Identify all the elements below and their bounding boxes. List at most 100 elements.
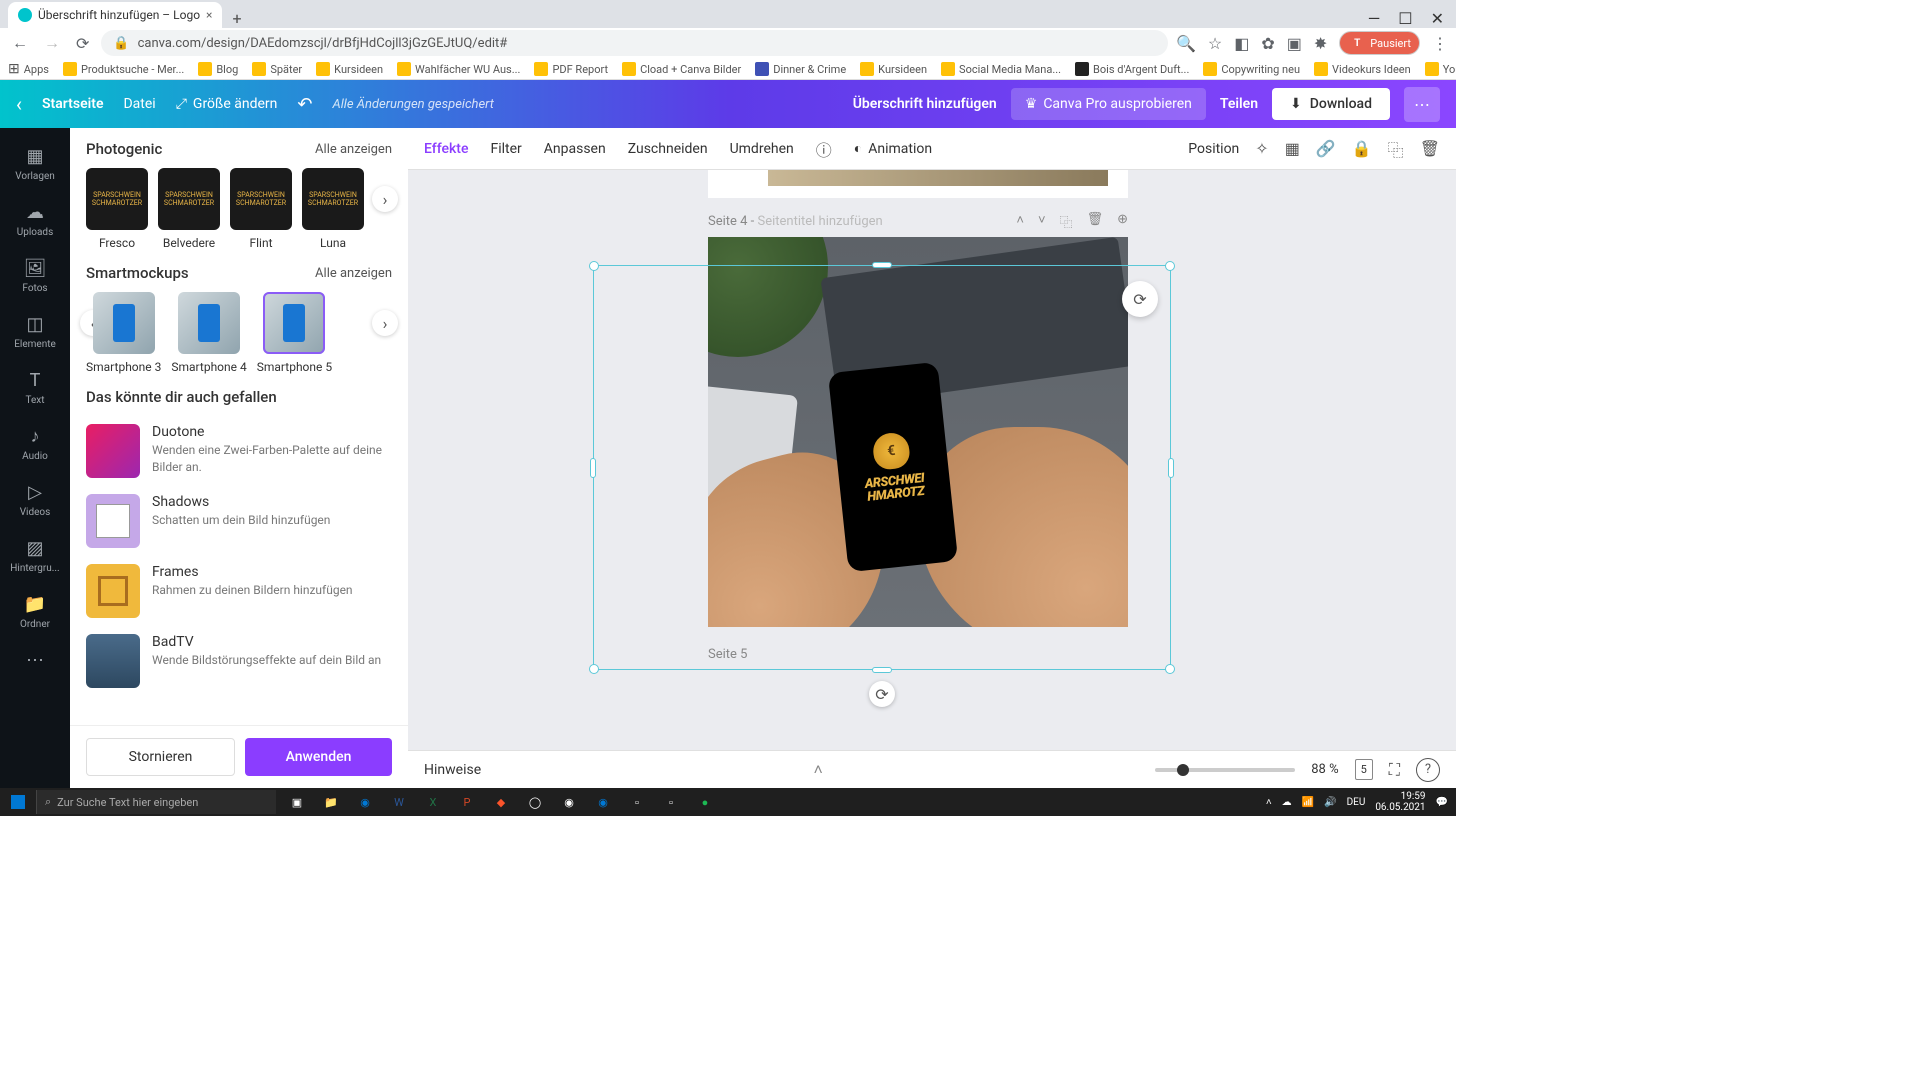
brave-icon[interactable]: ◆	[486, 790, 516, 814]
duplicate-icon[interactable]: ⿻	[1388, 137, 1404, 161]
rail-text[interactable]: TText	[0, 360, 70, 416]
rail-folders[interactable]: 📁Ordner	[0, 584, 70, 640]
maximize-icon[interactable]: ☐	[1398, 9, 1412, 28]
resize-handle-tl[interactable]	[589, 261, 599, 271]
reload-icon[interactable]: ⟳	[72, 30, 93, 57]
transparency-icon[interactable]: ▦	[1285, 139, 1300, 158]
bookmark-item[interactable]: Copywriting neu	[1203, 62, 1300, 76]
smartmockups-next-icon[interactable]: ›	[372, 310, 398, 336]
photogenic-thumb-flint[interactable]: SPARSCHWEINSCHMAROTZER	[230, 168, 292, 230]
undo-icon[interactable]: ↶	[297, 94, 312, 115]
close-window-icon[interactable]: ✕	[1431, 9, 1444, 28]
rotate-handle[interactable]: ⟳	[869, 681, 895, 707]
refresh-mockup-icon[interactable]: ⟳	[1122, 281, 1158, 317]
browser-menu-icon[interactable]: ⋮	[1432, 34, 1448, 53]
photogenic-thumb-luna[interactable]: SPARSCHWEINSCHMAROTZER	[302, 168, 364, 230]
bookmark-item[interactable]: Blog	[198, 62, 238, 76]
app-icon[interactable]: ▫	[622, 790, 652, 814]
apps-shortcut[interactable]: ⊞Apps	[8, 61, 49, 77]
mockup-thumb-5[interactable]	[263, 292, 325, 354]
bookmark-item[interactable]: Bois d'Argent Duft...	[1075, 62, 1189, 76]
ext-icon-1[interactable]: ◧	[1234, 34, 1249, 53]
page-down-icon[interactable]: ˅	[1038, 212, 1046, 231]
rail-elements[interactable]: ◫Elemente	[0, 304, 70, 360]
resize-edge-right[interactable]	[1168, 458, 1174, 478]
bookmark-item[interactable]: Youtube WICHTIG	[1425, 62, 1456, 76]
rail-uploads[interactable]: ☁Uploads	[0, 192, 70, 248]
app-shadows[interactable]: ShadowsSchatten um dein Bild hinzufügen	[86, 486, 392, 556]
wand-icon[interactable]: ✧	[1255, 139, 1268, 158]
tb-flip[interactable]: Umdrehen	[730, 141, 794, 157]
tray-wifi-icon[interactable]: 📶	[1302, 797, 1314, 808]
app-duotone[interactable]: DuotoneWenden eine Zwei-Farben-Palette a…	[86, 416, 392, 486]
edge2-icon[interactable]: ◉	[588, 790, 618, 814]
page-4-canvas[interactable]: ARSCHWEI HMAROTZ ⟳	[708, 237, 1128, 627]
rail-audio[interactable]: ♪Audio	[0, 416, 70, 472]
bookmark-item[interactable]: Produktsuche - Mer...	[63, 62, 184, 76]
notes-button[interactable]: Hinweise	[424, 762, 481, 778]
browser-tab[interactable]: Überschrift hinzufügen – Logo ×	[8, 2, 222, 28]
resize-handle-tr[interactable]	[1165, 261, 1175, 271]
app-icon-2[interactable]: ▫	[656, 790, 686, 814]
tb-effects[interactable]: Effekte	[424, 141, 468, 157]
close-tab-icon[interactable]: ×	[206, 8, 212, 22]
ext-icon-2[interactable]: ✿	[1261, 34, 1274, 53]
bookmark-item[interactable]: Später	[252, 62, 302, 76]
doc-title[interactable]: Überschrift hinzufügen	[853, 96, 997, 112]
cancel-button[interactable]: Stornieren	[86, 738, 235, 776]
rail-more[interactable]: ⋯	[0, 640, 70, 681]
zoom-slider[interactable]	[1155, 768, 1295, 772]
task-view-icon[interactable]: ▣	[282, 790, 312, 814]
page-duplicate-icon[interactable]: ⿻	[1060, 212, 1073, 231]
chrome-icon[interactable]: ◉	[554, 790, 584, 814]
url-field[interactable]: 🔒 canva.com/design/DAEdomzscjl/drBfjHdCo…	[101, 30, 1168, 56]
resize-edge-bottom[interactable]	[872, 667, 892, 673]
trash-icon[interactable]: 🗑	[1420, 139, 1440, 158]
page-delete-icon[interactable]: 🗑	[1087, 212, 1104, 231]
zoom-thumb[interactable]	[1177, 764, 1189, 776]
tray-clock[interactable]: 19:5906.05.2021	[1375, 791, 1425, 813]
app-frames[interactable]: FramesRahmen zu deinen Bildern hinzufüge…	[86, 556, 392, 626]
start-button[interactable]	[0, 788, 36, 816]
back-icon[interactable]: ←	[8, 29, 32, 57]
tray-cloud-icon[interactable]: ☁	[1282, 797, 1292, 808]
back-arrow-icon[interactable]: ‹	[16, 92, 22, 116]
smartmockups-show-all[interactable]: Alle anzeigen	[315, 266, 392, 281]
bookmark-item[interactable]: Kursideen	[316, 62, 383, 76]
profile-badge[interactable]: T Pausiert	[1339, 31, 1420, 55]
bookmark-item[interactable]: Kursideen	[860, 62, 927, 76]
bookmark-item[interactable]: PDF Report	[534, 62, 608, 76]
home-link[interactable]: Startseite	[42, 96, 103, 112]
photogenic-next-icon[interactable]: ›	[372, 186, 398, 212]
obs-icon[interactable]: ◯	[520, 790, 550, 814]
notifications-icon[interactable]: 💬	[1436, 797, 1448, 808]
app-badtv[interactable]: BadTVWende Bildstörungseffekte auf dein …	[86, 626, 392, 696]
page-title-input[interactable]: Seitentitel hinzufügen	[758, 214, 883, 229]
page-count-badge[interactable]: 5	[1355, 759, 1373, 780]
bookmark-item[interactable]: Dinner & Crime	[755, 62, 846, 76]
rail-videos[interactable]: ▷Videos	[0, 472, 70, 528]
tray-volume-icon[interactable]: 🔊	[1324, 797, 1336, 808]
ext-icon-3[interactable]: ▣	[1287, 34, 1302, 53]
file-menu[interactable]: Datei	[123, 96, 155, 112]
resize-edge-left[interactable]	[590, 458, 596, 478]
ext-icon-4[interactable]: ✸	[1314, 34, 1327, 53]
word-icon[interactable]: W	[384, 790, 414, 814]
mockup-thumb-4[interactable]	[178, 292, 240, 354]
zoom-lens-icon[interactable]: 🔍	[1176, 34, 1196, 53]
apply-button[interactable]: Anwenden	[245, 738, 392, 776]
share-button[interactable]: Teilen	[1220, 96, 1258, 112]
rail-photos[interactable]: 🖼Fotos	[0, 248, 70, 304]
tb-position[interactable]: Position	[1188, 141, 1239, 157]
link-icon[interactable]: 🔗	[1316, 139, 1336, 158]
page-up-icon[interactable]: ˄	[1016, 212, 1024, 231]
photogenic-show-all[interactable]: Alle anzeigen	[315, 142, 392, 157]
more-menu-button[interactable]: ⋯	[1404, 87, 1440, 122]
photogenic-thumb-belvedere[interactable]: SPARSCHWEINSCHMAROTZER	[158, 168, 220, 230]
photogenic-thumb-fresco[interactable]: SPARSCHWEINSCHMAROTZER	[86, 168, 148, 230]
resize-button[interactable]: ⤢Größe ändern	[176, 96, 278, 112]
star-icon[interactable]: ☆	[1208, 34, 1222, 53]
expand-pages-icon[interactable]: ˄	[814, 760, 823, 780]
powerpoint-icon[interactable]: P	[452, 790, 482, 814]
lock-tool-icon[interactable]: 🔒	[1352, 139, 1372, 158]
